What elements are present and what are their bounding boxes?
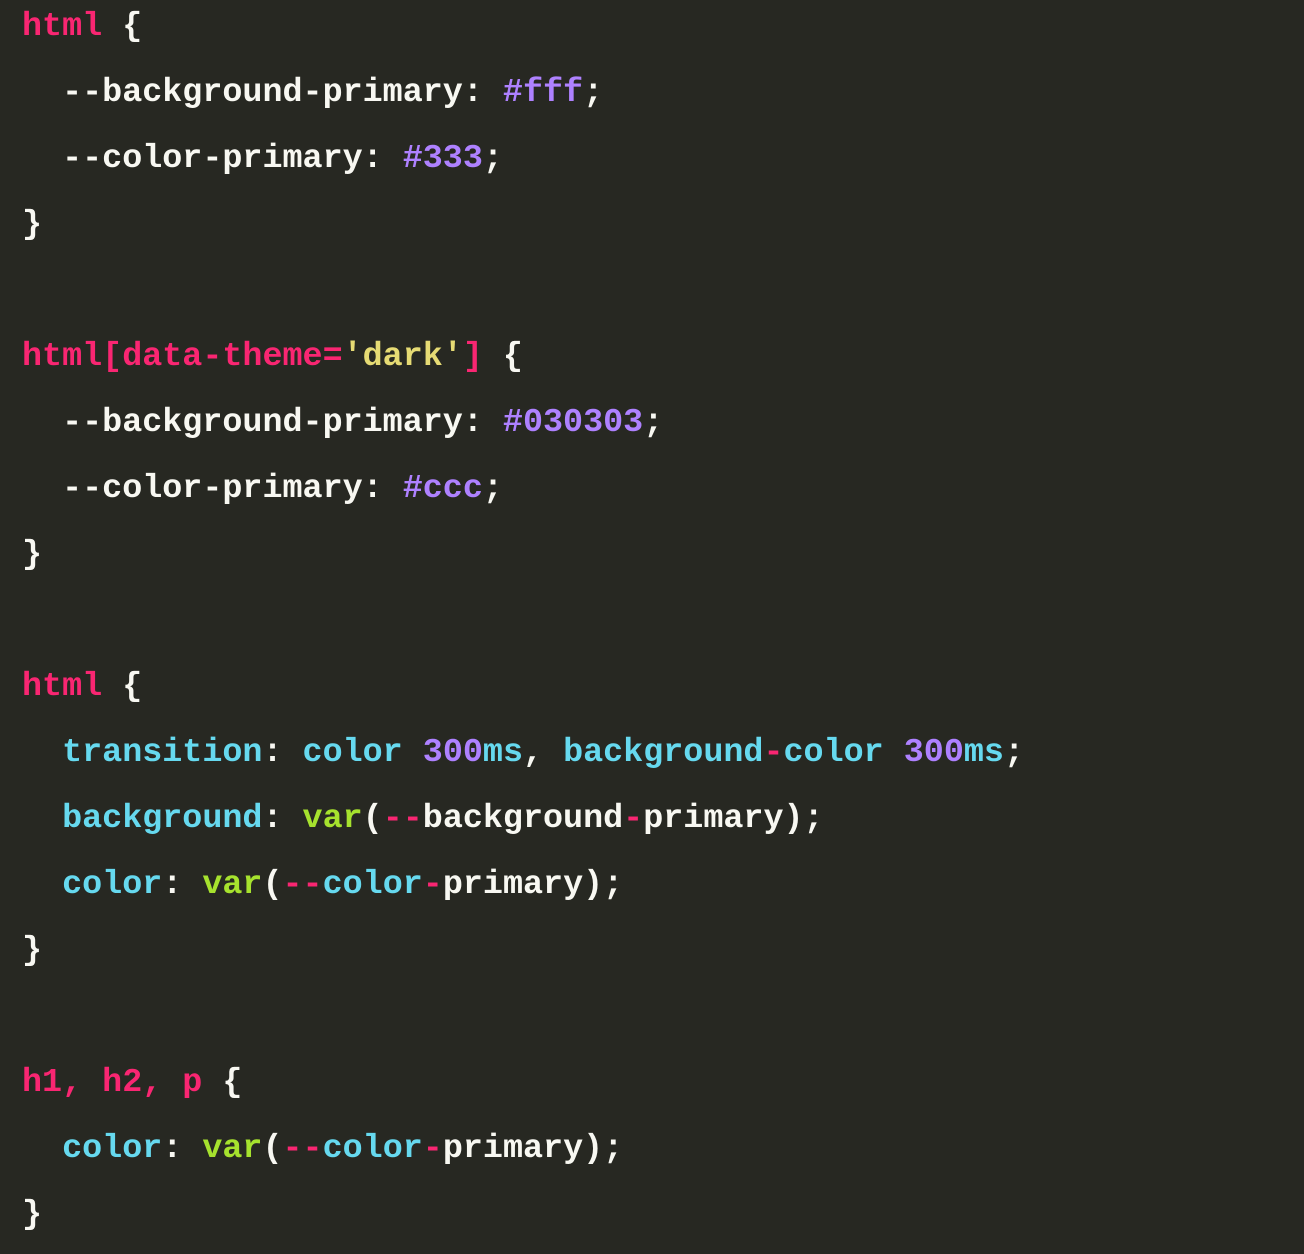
code-token-punct: } bbox=[22, 536, 43, 574]
code-line: --background-primary: #fff; bbox=[22, 66, 1024, 132]
code-token-operator: -- bbox=[282, 1130, 323, 1168]
code-token-operator: - bbox=[422, 866, 443, 904]
code-token-punct: ); bbox=[583, 866, 624, 904]
code-line: html[data-theme='dark'] { bbox=[22, 330, 1024, 396]
code-token-property: transition bbox=[22, 734, 263, 772]
code-token-plain: background bbox=[422, 800, 624, 838]
code-token-property: color bbox=[22, 1130, 163, 1168]
code-token-number: #fff bbox=[502, 74, 584, 112]
code-token-punct: { bbox=[102, 668, 143, 706]
code-token-keyword: color bbox=[783, 734, 884, 772]
code-token-plain: primary bbox=[442, 1130, 584, 1168]
code-line: html { bbox=[22, 660, 1024, 726]
code-line: --background-primary: #030303; bbox=[22, 396, 1024, 462]
code-token-punct: : bbox=[462, 404, 503, 442]
code-token-keyword: color bbox=[302, 734, 403, 772]
code-token-punct: ); bbox=[583, 1130, 624, 1168]
code-token-punct: : bbox=[462, 74, 503, 112]
code-token-operator: - bbox=[422, 1130, 443, 1168]
code-token-punct: { bbox=[102, 8, 143, 46]
code-token-punct: : bbox=[162, 866, 203, 904]
code-token-punct: { bbox=[202, 1064, 243, 1102]
code-token-number: #030303 bbox=[502, 404, 644, 442]
code-token-property: background bbox=[22, 800, 263, 838]
code-token-keyword: color bbox=[322, 1130, 423, 1168]
code-token-punct: ; bbox=[1003, 734, 1024, 772]
code-token-punct: { bbox=[482, 338, 523, 376]
code-token-function: var bbox=[202, 1130, 263, 1168]
code-token-property-custom: --color-primary bbox=[22, 140, 363, 178]
code-line: transition: color 300ms, background-colo… bbox=[22, 726, 1024, 792]
code-token-property-custom: --background-primary bbox=[22, 74, 463, 112]
code-token-property-custom: --color-primary bbox=[22, 470, 363, 508]
code-token-keyword: ms bbox=[482, 734, 523, 772]
code-token-punct: : bbox=[162, 1130, 203, 1168]
code-token-keyword: background bbox=[563, 734, 764, 772]
code-token-punct: } bbox=[22, 1196, 43, 1234]
code-token-operator: -- bbox=[282, 866, 323, 904]
code-token-punct: ( bbox=[362, 800, 383, 838]
code-token-punct: ); bbox=[783, 800, 824, 838]
code-token-plain: primary bbox=[643, 800, 784, 838]
code-token-punct: ; bbox=[482, 140, 503, 178]
code-token-punct: ; bbox=[643, 404, 664, 442]
code-token-property: color bbox=[22, 866, 163, 904]
code-line: } bbox=[22, 924, 1024, 990]
code-token-selector: html bbox=[22, 668, 103, 706]
code-token-selector: ] bbox=[462, 338, 483, 376]
code-line: --color-primary: #333; bbox=[22, 132, 1024, 198]
code-token-keyword: ms bbox=[963, 734, 1004, 772]
code-line: html { bbox=[22, 0, 1024, 66]
code-token-function: var bbox=[302, 800, 363, 838]
code-token-operator: -- bbox=[382, 800, 423, 838]
code-token-selector: h1, h2, p bbox=[22, 1064, 203, 1102]
code-line: } bbox=[22, 1188, 1024, 1254]
code-editor[interactable]: html { --background-primary: #fff; --col… bbox=[22, 0, 1024, 1254]
code-token-punct: ( bbox=[262, 866, 283, 904]
code-token-punct: } bbox=[22, 206, 43, 244]
code-token-punct: ( bbox=[262, 1130, 283, 1168]
code-token-number: 300 bbox=[903, 734, 964, 772]
code-line: } bbox=[22, 198, 1024, 264]
code-token-keyword: color bbox=[322, 866, 423, 904]
code-token-punct: : bbox=[362, 140, 403, 178]
code-token-property-custom: --background-primary bbox=[22, 404, 463, 442]
code-token-plain: primary bbox=[442, 866, 584, 904]
code-line: --color-primary: #ccc; bbox=[22, 462, 1024, 528]
code-token-number: #ccc bbox=[402, 470, 483, 508]
code-token-punct: : bbox=[362, 470, 403, 508]
code-token-punct: ; bbox=[583, 74, 604, 112]
code-line: color: var(--color-primary); bbox=[22, 858, 1024, 924]
code-token-operator: - bbox=[623, 800, 644, 838]
code-token-selector: html[data-theme= bbox=[22, 338, 343, 376]
code-line: } bbox=[22, 528, 1024, 594]
code-token-punct: : bbox=[262, 800, 303, 838]
code-token-operator: - bbox=[763, 734, 784, 772]
code-token-punct: ; bbox=[482, 470, 503, 508]
code-token-number: 300 bbox=[422, 734, 483, 772]
code-token-punct: } bbox=[22, 932, 43, 970]
code-token-number: #333 bbox=[402, 140, 483, 178]
code-line: h1, h2, p { bbox=[22, 1056, 1024, 1122]
code-token-selector: html bbox=[22, 8, 103, 46]
code-token-punct: : bbox=[262, 734, 303, 772]
code-line: background: var(--background-primary); bbox=[22, 792, 1024, 858]
code-token-punct: , bbox=[522, 734, 564, 772]
code-line: color: var(--color-primary); bbox=[22, 1122, 1024, 1188]
code-token-string: 'dark' bbox=[342, 338, 463, 376]
code-token-function: var bbox=[202, 866, 263, 904]
